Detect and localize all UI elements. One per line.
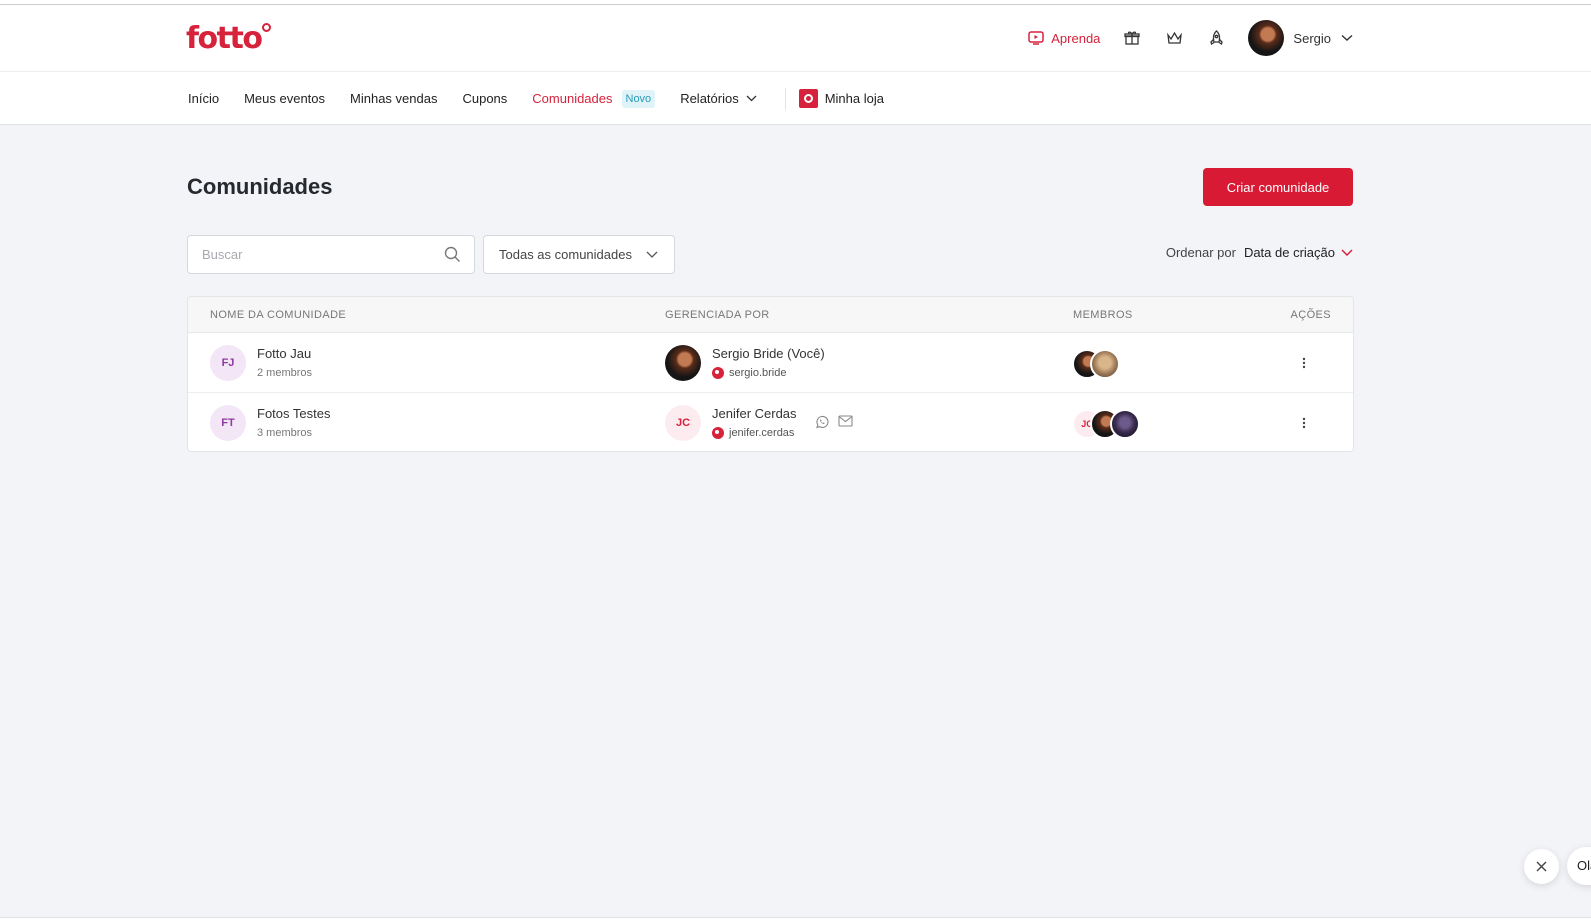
store-icon [798,89,818,108]
member-avatar [1090,349,1120,379]
learn-link[interactable]: Aprenda [1028,31,1100,46]
page-title: Comunidades [187,174,333,199]
rocket-icon[interactable] [1206,28,1226,48]
chevron-down-icon [746,95,757,102]
create-community-button[interactable]: Criar comunidade [1203,168,1353,206]
manager-name: Sergio Bride (Você) [712,346,825,361]
search-input[interactable] [188,236,428,273]
crown-icon[interactable] [1164,28,1184,48]
community-filter-select[interactable]: Todas as comunidades [483,235,675,274]
close-icon [1536,861,1547,872]
logo-dot [262,23,272,32]
email-icon[interactable] [838,415,853,429]
column-header-name: NOME DA COMUNIDADE [210,309,347,321]
column-header-actions: AÇÕES [1290,309,1331,321]
user-avatar [1248,20,1285,56]
manager-name: Jenifer Cerdas [712,406,797,421]
table-row[interactable]: FT Fotos Testes 3 membros JC Jenifer Cer… [188,393,1353,451]
nav-item-inicio[interactable]: Início [188,91,219,106]
nav-item-relatorios[interactable]: Relatórios [680,91,757,106]
row-actions-menu-icon[interactable] [1294,413,1314,433]
row-actions-menu-icon[interactable] [1294,353,1314,373]
sort-control: Ordenar por Data de criação [1166,245,1353,260]
community-name[interactable]: Fotos Testes [257,406,330,421]
chat-greeting-bubble[interactable]: Olá [1567,847,1591,885]
nav-item-minha-loja[interactable]: Minha loja [798,89,884,108]
table-row[interactable]: FJ Fotto Jau 2 membros Sergio Bride (Voc… [188,333,1353,393]
fotto-mini-icon [712,367,724,379]
community-member-count: 2 membros [257,367,313,379]
manager-username: jenifer.cerdas [712,427,794,439]
main-nav: Início Meus eventos Minhas vendas Cupons… [0,71,1591,125]
header-actions: Aprenda Sergio [1028,19,1353,57]
gift-icon[interactable] [1122,28,1142,48]
nav-item-cupons[interactable]: Cupons [462,91,507,106]
community-initials: FJ [210,345,246,381]
manager-username: sergio.bride [712,367,786,379]
chevron-down-icon [646,251,658,258]
play-screen-icon [1028,31,1045,45]
community-filter-value: Todas as comunidades [499,247,632,262]
chevron-down-icon [1341,34,1353,41]
new-badge: Novo [621,89,656,108]
community-initials: FT [210,405,246,441]
user-name: Sergio [1293,30,1331,46]
user-menu[interactable]: Sergio [1248,20,1353,56]
manager-avatar [665,345,701,381]
whatsapp-icon[interactable] [815,415,829,429]
manager-contact-icons [815,415,862,429]
sort-value[interactable]: Data de criação [1244,245,1335,260]
fotto-logo[interactable]: fotto [186,23,272,54]
nav-item-meus-eventos[interactable]: Meus eventos [244,91,325,106]
nav-item-comunidades[interactable]: Comunidades Novo [532,89,656,108]
community-member-count: 3 membros [257,427,313,439]
communities-table: NOME DA COMUNIDADE GERENCIADA POR MEMBRO… [187,296,1354,452]
column-header-members: MEMBROS [1073,309,1133,321]
learn-label: Aprenda [1051,30,1101,46]
community-name[interactable]: Fotto Jau [257,346,311,361]
fotto-mini-icon [712,427,724,439]
sort-label: Ordenar por [1165,245,1236,260]
member-avatar [1110,409,1140,439]
bottom-edge [0,917,1591,921]
search-box [187,235,475,274]
table-header: NOME DA COMUNIDADE GERENCIADA POR MEMBRO… [188,297,1353,333]
top-header: fotto Aprenda Sergio [0,5,1591,71]
manager-initials-avatar: JC [665,405,701,441]
chat-close-button[interactable] [1524,849,1559,884]
search-icon[interactable] [444,246,461,268]
column-header-managed-by: GERENCIADA POR [665,309,770,321]
chevron-down-icon[interactable] [1341,249,1353,256]
nav-divider [784,87,786,110]
nav-item-minhas-vendas[interactable]: Minhas vendas [350,91,437,106]
